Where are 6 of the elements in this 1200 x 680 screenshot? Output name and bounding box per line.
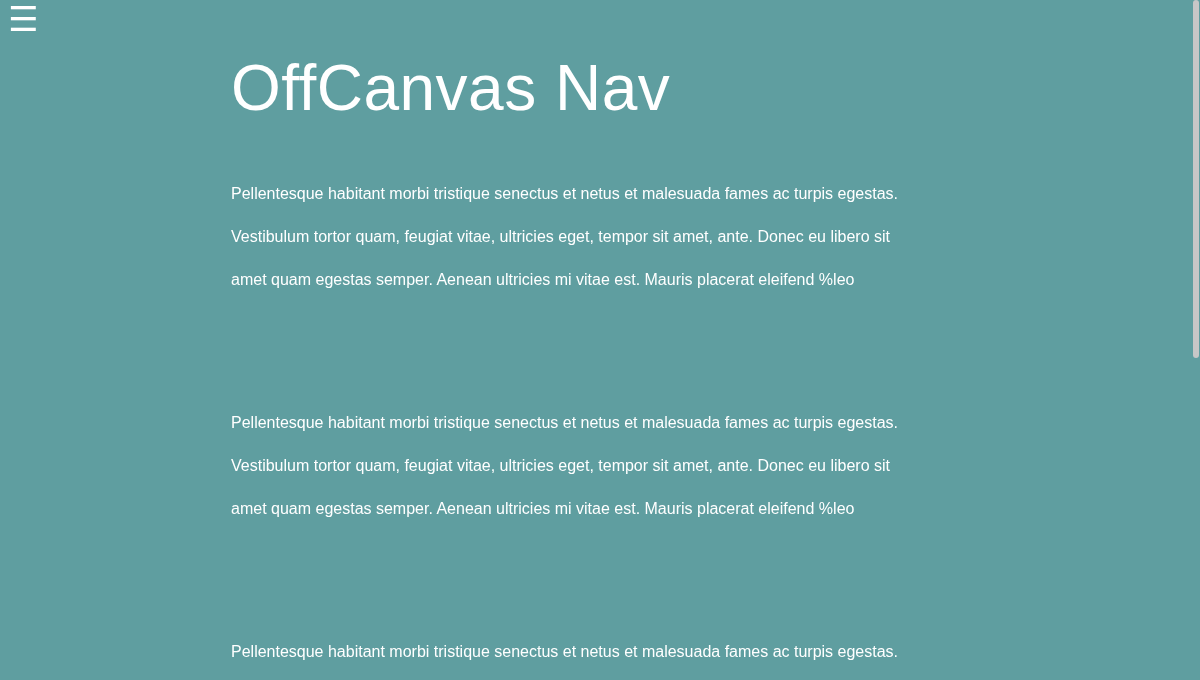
- menu-button[interactable]: ☰: [6, 2, 41, 36]
- paragraph: Pellentesque habitant morbi tristique senectus et netus et malesuada fames ac turpis egestas. Vestibulum tortor quam, feugiat vitae, ultricies eget, tempor sit amet, ante. Donec eu libero sit amet quam egestas semper. Aenean ultricies mi vitae est. Mauris placerat eleifend %leo: [231, 413, 900, 519]
- scrollbar[interactable]: [1193, 0, 1199, 358]
- paragraph: Pellentesque habitant morbi tristique senectus et netus et malesuada fames ac turpis egestas. Vestibulum tortor quam, feugiat vitae, ultricies eget, tempor sit amet, ante. Donec eu libero sit amet quam egestas semper. Aenean ultricies mi vitae est. Mauris placerat eleifend %leo: [231, 184, 900, 290]
- paragraph: Pellentesque habitant morbi tristique senectus et netus et malesuada fames ac turpis egestas.: [231, 642, 900, 662]
- page-title: OffCanvas Nav: [231, 51, 672, 126]
